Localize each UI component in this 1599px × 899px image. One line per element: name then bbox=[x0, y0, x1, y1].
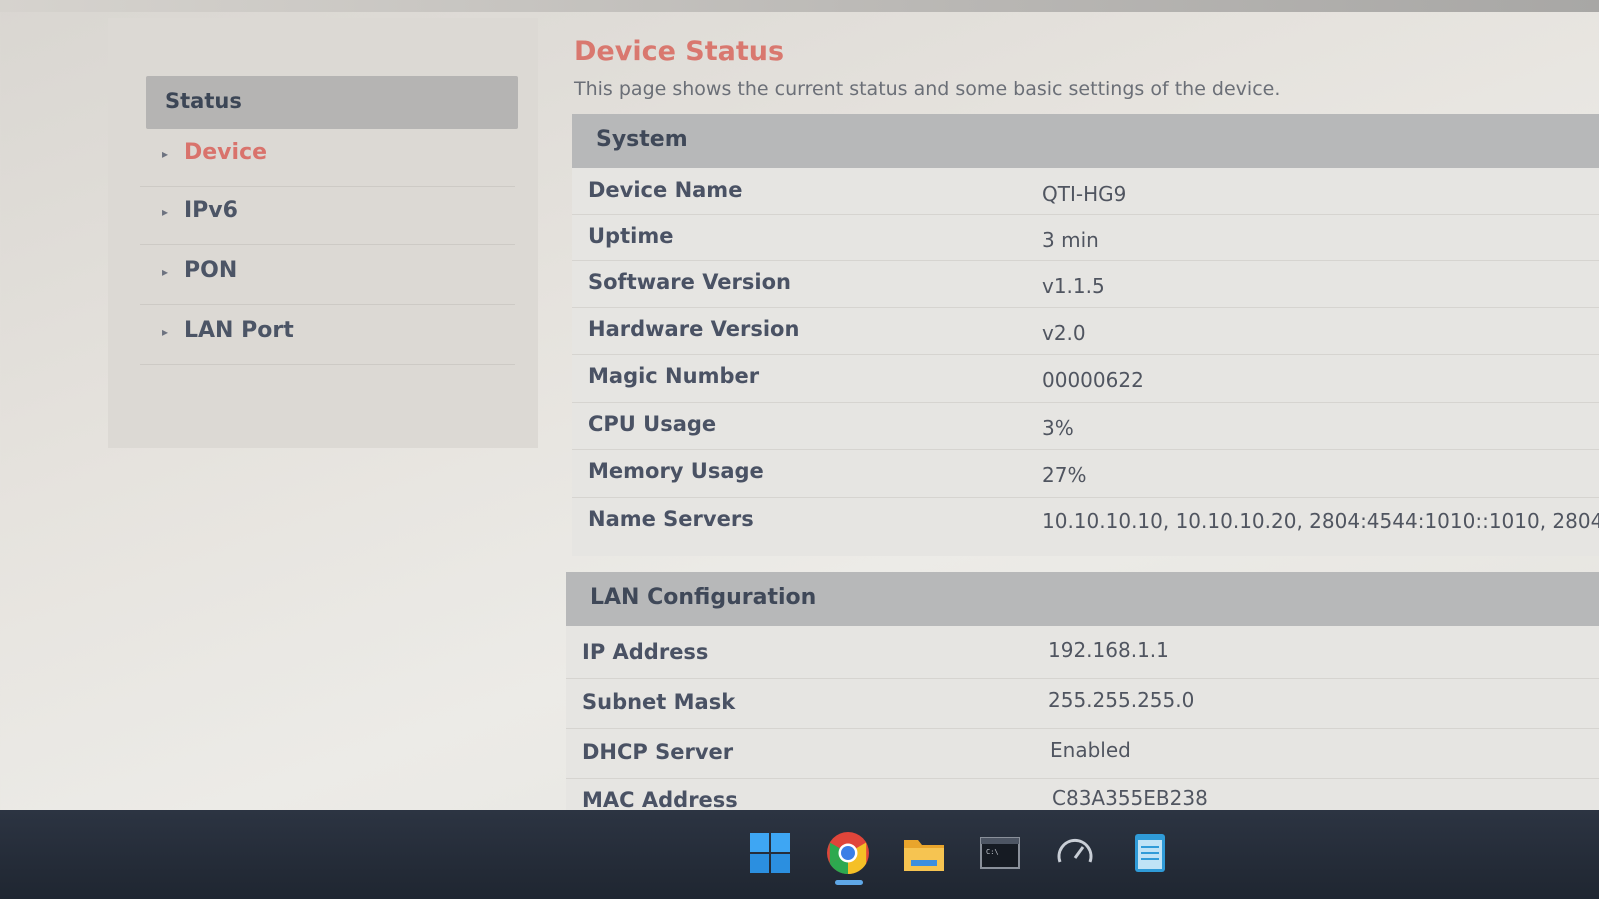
row-value: Enabled bbox=[1050, 738, 1131, 762]
row-key: MAC Address bbox=[582, 788, 738, 812]
active-app-indicator bbox=[835, 880, 863, 885]
table-row: Memory Usage 27% bbox=[572, 449, 1599, 498]
row-value: 10.10.10.10, 10.10.10.20, 2804:4544:1010… bbox=[1042, 509, 1599, 533]
row-key: Magic Number bbox=[588, 364, 760, 388]
taskbar: C:\ bbox=[0, 810, 1599, 899]
sidebar-item-label: PON bbox=[184, 258, 238, 283]
table-row: Uptime 3 min bbox=[572, 214, 1599, 261]
sidebar-header-label: Status bbox=[165, 89, 242, 113]
sidebar-item-label: IPv6 bbox=[184, 198, 238, 223]
lan-table: IP Address 192.168.1.1 Subnet Mask 255.2… bbox=[566, 626, 1599, 812]
sidebar-item-label: Device bbox=[184, 140, 268, 165]
row-value: 27% bbox=[1042, 463, 1087, 487]
row-value: v2.0 bbox=[1042, 321, 1086, 345]
notepad-icon[interactable] bbox=[1127, 830, 1173, 876]
windows-start-icon[interactable] bbox=[747, 830, 793, 876]
sidebar-item-ipv6[interactable]: ▸ IPv6 bbox=[140, 186, 515, 245]
row-value: QTI-HG9 bbox=[1042, 182, 1127, 206]
table-row: Magic Number 00000622 bbox=[572, 354, 1599, 403]
page-description: This page shows the current status and s… bbox=[574, 78, 1281, 100]
system-section-header: System bbox=[572, 114, 1599, 168]
sidebar-item-device[interactable]: ▸ Device bbox=[140, 128, 515, 187]
row-key: Software Version bbox=[588, 270, 791, 294]
sidebar-item-pon[interactable]: ▸ PON bbox=[140, 246, 515, 305]
row-key: Subnet Mask bbox=[582, 690, 736, 714]
row-key: Hardware Version bbox=[588, 317, 800, 341]
svg-text:C:\: C:\ bbox=[986, 848, 999, 856]
table-row: Subnet Mask 255.255.255.0 bbox=[566, 678, 1599, 729]
row-key: Uptime bbox=[588, 224, 674, 248]
row-value: 3 min bbox=[1042, 228, 1099, 252]
row-value: v1.1.5 bbox=[1042, 274, 1105, 298]
browser-top-edge bbox=[0, 0, 1599, 12]
table-row: Hardware Version v2.0 bbox=[572, 307, 1599, 355]
row-key: Name Servers bbox=[588, 507, 754, 531]
sidebar-item-lan-port[interactable]: ▸ LAN Port bbox=[140, 306, 515, 365]
row-value: 3% bbox=[1042, 416, 1074, 440]
section-heading: System bbox=[596, 127, 688, 152]
table-row: Name Servers 10.10.10.10, 10.10.10.20, 2… bbox=[572, 497, 1599, 545]
chevron-right-icon: ▸ bbox=[162, 205, 169, 219]
section-heading: LAN Configuration bbox=[590, 585, 817, 610]
terminal-icon[interactable]: C:\ bbox=[977, 830, 1023, 876]
chevron-right-icon: ▸ bbox=[162, 147, 169, 161]
row-key: CPU Usage bbox=[588, 412, 717, 436]
table-row: CPU Usage 3% bbox=[572, 402, 1599, 450]
table-row: Software Version v1.1.5 bbox=[572, 260, 1599, 308]
row-key: DHCP Server bbox=[582, 740, 734, 764]
chrome-icon[interactable] bbox=[825, 830, 871, 876]
page-title: Device Status bbox=[574, 36, 785, 67]
row-value: 00000622 bbox=[1042, 368, 1144, 392]
row-value: 255.255.255.0 bbox=[1048, 688, 1195, 712]
lan-section-header: LAN Configuration bbox=[566, 572, 1599, 626]
sidebar-header[interactable]: Status bbox=[146, 76, 518, 129]
row-key: IP Address bbox=[582, 640, 709, 664]
row-value: C83A355EB238 bbox=[1052, 786, 1208, 810]
row-key: Memory Usage bbox=[588, 459, 764, 483]
chevron-right-icon: ▸ bbox=[162, 265, 169, 279]
table-row: Device Name QTI-HG9 bbox=[572, 168, 1599, 215]
row-value: 192.168.1.1 bbox=[1048, 638, 1169, 662]
table-row: DHCP Server Enabled bbox=[566, 728, 1599, 779]
file-explorer-icon[interactable] bbox=[901, 830, 947, 876]
sidebar-item-label: LAN Port bbox=[184, 318, 294, 343]
row-key: Device Name bbox=[588, 178, 743, 202]
system-table: Device Name QTI-HG9 Uptime 3 min Softwar… bbox=[572, 168, 1599, 556]
speedometer-icon[interactable] bbox=[1052, 830, 1098, 876]
chevron-right-icon: ▸ bbox=[162, 325, 169, 339]
table-row: IP Address 192.168.1.1 bbox=[566, 626, 1599, 679]
